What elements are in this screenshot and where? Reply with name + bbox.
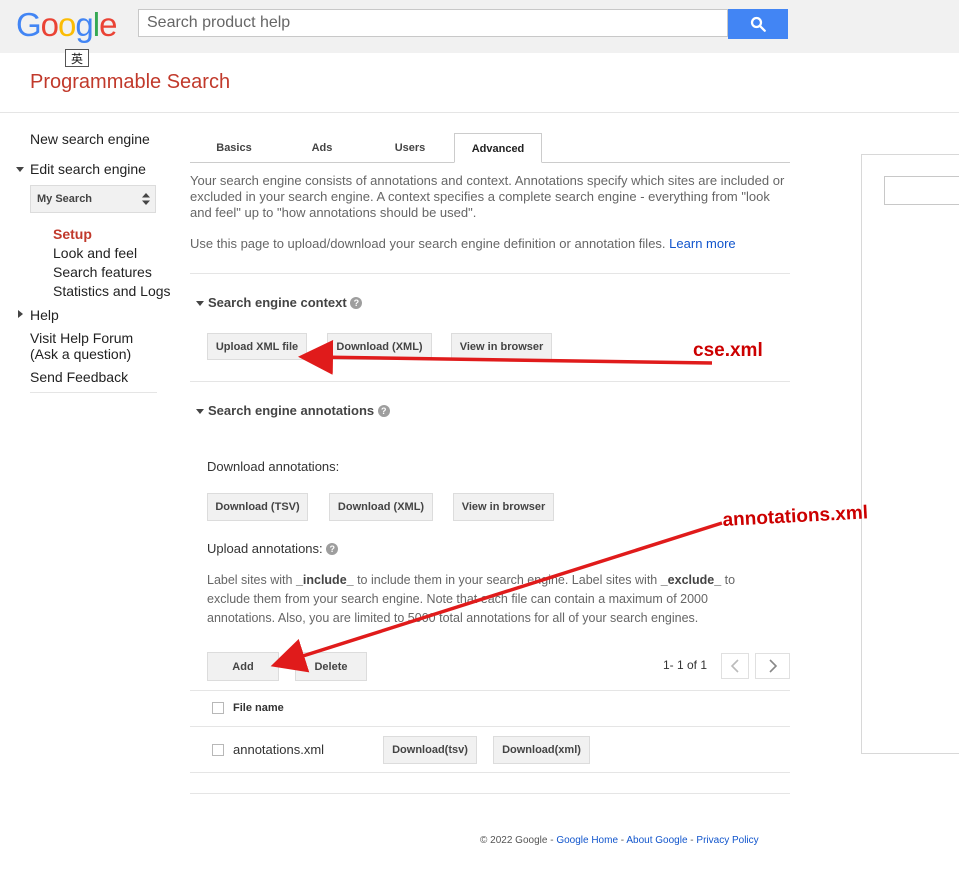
logo-letter: e [99,6,117,43]
row-download-tsv-button[interactable]: Download(tsv) [383,736,477,764]
footer-separator: - [547,835,557,846]
sidebar-item-statistics[interactable]: Statistics and Logs [53,283,171,299]
view-annotations-button[interactable]: View in browser [453,493,554,521]
logo-letter: o [58,6,76,43]
chevron-right-icon [768,659,777,673]
sidebar-item-search-features[interactable]: Search features [53,264,152,280]
include-keyword: _include_ [295,573,354,587]
exclude-keyword: _exclude_ [660,573,722,587]
download-xml-button[interactable]: Download (XML) [327,333,432,360]
chevron-left-icon [730,659,739,673]
annotations-xml-annotation: annotations.xml [722,502,869,531]
help-icon[interactable]: ? [377,405,390,417]
engine-select-value: My Search [37,193,93,205]
intro-paragraph: Your search engine consists of annotatio… [190,173,785,220]
select-arrows-icon [142,193,150,205]
preview-panel [861,154,959,754]
section-divider [190,381,790,382]
context-section-title: Search engine context [208,295,347,310]
preview-search-input[interactable] [884,176,959,205]
row-checkbox[interactable] [212,744,224,756]
search-button[interactable] [728,9,788,39]
footer: © 2022 Google - Google Home - About Goog… [480,835,759,846]
annotations-section-header[interactable]: Search engine annotations ? [208,403,390,418]
intro-upload-text: Use this page to upload/download your se… [190,236,790,252]
expand-right-icon[interactable] [18,310,23,318]
download-annotations-xml-button[interactable]: Download (XML) [329,493,433,521]
view-in-browser-button[interactable]: View in browser [451,333,552,360]
copyright: © 2022 Google [480,835,548,846]
file-name-column-header: File name [233,702,284,714]
search-box [138,9,728,37]
collapse-context-icon[interactable] [196,301,204,306]
download-annotations-label: Download annotations: [207,459,340,474]
footer-link-privacy[interactable]: Privacy Policy [696,835,758,846]
help-icon[interactable]: ? [350,297,363,309]
search-input[interactable] [139,10,727,36]
tab-users[interactable]: Users [370,133,450,163]
annotations-description: Label sites with _include_ to include th… [207,571,767,628]
language-badge[interactable]: 英 [65,49,89,67]
engine-select[interactable]: My Search [30,185,156,213]
sidebar-forum-subtext: (Ask a question) [30,346,132,362]
google-logo[interactable]: Google [16,6,117,44]
upload-xml-button[interactable]: Upload XML file [207,333,307,360]
select-all-checkbox[interactable] [212,702,224,714]
tab-ads[interactable]: Ads [282,133,362,163]
sidebar-item-edit-search-engine[interactable]: Edit search engine [30,161,146,177]
learn-more-link[interactable]: Learn more [669,236,735,251]
pagination-status: 1- 1 of 1 [663,658,708,672]
logo-letter: g [75,6,93,43]
desc-part: to include them in your search engine. L… [353,573,661,587]
previous-page-button[interactable] [721,653,749,679]
intro-upload-label: Use this page to upload/download your se… [190,236,666,251]
delete-button[interactable]: Delete [295,652,367,681]
desc-part: Label sites with [207,573,296,587]
sidebar-divider [30,392,157,393]
table-bottom-divider [190,772,790,773]
header-divider [0,112,959,113]
footer-link-google-home[interactable]: Google Home [556,835,618,846]
logo-letter: o [40,6,59,43]
page-title[interactable]: Programmable Search [30,71,230,94]
cse-xml-annotation: cse.xml [693,340,763,361]
collapse-annotations-icon[interactable] [196,409,204,414]
tab-advanced[interactable]: Advanced [454,133,542,163]
logo-letter: G [16,6,42,43]
expand-down-icon[interactable] [16,167,24,172]
footer-link-about-google[interactable]: About Google [626,835,687,846]
upload-annotations-row: Upload annotations: ? [207,541,339,556]
sidebar-item-help[interactable]: Help [30,307,59,323]
table-top-divider [190,690,790,691]
section-divider [190,793,790,794]
upload-annotations-label: Upload annotations: [207,541,323,556]
sidebar-item-help-forum[interactable]: Visit Help Forum [30,330,133,346]
tab-basics[interactable]: Basics [194,133,274,163]
search-icon [750,16,766,32]
context-section-header[interactable]: Search engine context ? [208,295,363,310]
next-page-button[interactable] [755,653,790,679]
row-download-xml-button[interactable]: Download(xml) [493,736,590,764]
download-tsv-button[interactable]: Download (TSV) [207,493,308,521]
file-name-cell: annotations.xml [233,742,325,757]
section-divider [190,273,790,274]
add-button[interactable]: Add [207,652,279,681]
help-icon[interactable]: ? [326,543,339,555]
sidebar-item-new-search-engine[interactable]: New search engine [30,131,150,147]
sidebar-item-look-and-feel[interactable]: Look and feel [53,245,137,261]
sidebar-item-send-feedback[interactable]: Send Feedback [30,369,128,385]
annotations-section-title: Search engine annotations [208,403,375,418]
table-header-divider [190,726,790,727]
sidebar-item-setup[interactable]: Setup [53,226,92,242]
